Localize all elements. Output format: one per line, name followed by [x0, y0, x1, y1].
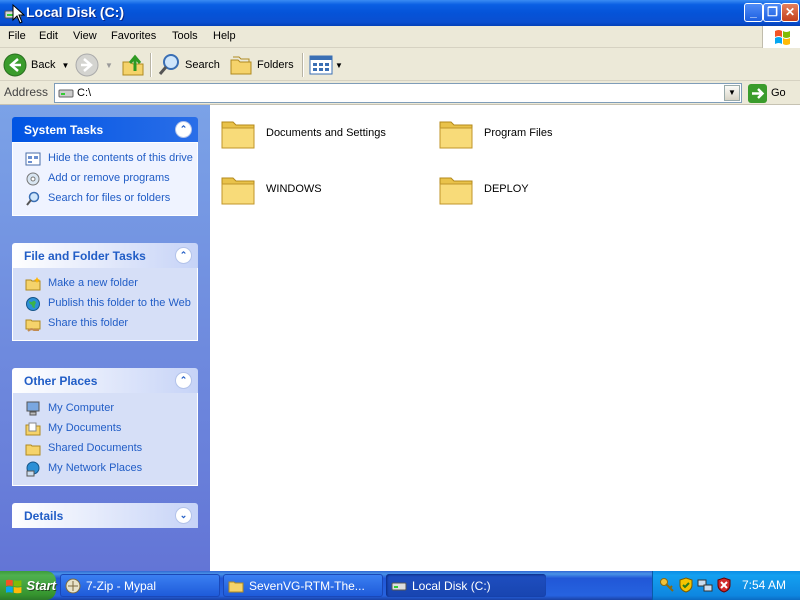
- file-folder-tasks-header[interactable]: File and Folder Tasks ⌃: [12, 243, 198, 268]
- go-button[interactable]: Go: [748, 83, 786, 103]
- clock[interactable]: 7:54 AM: [742, 578, 786, 592]
- up-folder-icon: [122, 54, 144, 76]
- back-arrow-icon: [3, 53, 27, 77]
- toolbar: Back ▼ ▼ Search Folders ▼: [0, 48, 800, 81]
- forward-dropdown-icon[interactable]: ▼: [105, 61, 113, 70]
- windows-logo-icon: [762, 26, 800, 48]
- new-folder-icon: [25, 277, 41, 291]
- documents-icon: [25, 422, 41, 436]
- taskbar-item-local-disk[interactable]: Local Disk (C:): [386, 574, 546, 597]
- mouse-cursor-icon: [12, 4, 26, 24]
- other-places-panel: Other Places ⌃ My Computer My Documents: [12, 368, 198, 486]
- collapse-chevron-icon[interactable]: ⌃: [175, 372, 192, 389]
- back-button[interactable]: Back ▼: [3, 52, 69, 78]
- folder-icon: [221, 177, 255, 205]
- system-tasks-header[interactable]: System Tasks ⌃: [12, 117, 198, 142]
- cd-box-icon: [26, 172, 40, 186]
- network-connection-icon[interactable]: [697, 577, 713, 593]
- my-network-places-link[interactable]: My Network Places: [13, 459, 197, 479]
- security-shield-icon[interactable]: [678, 577, 694, 593]
- taskbar-item-sevenvg[interactable]: SevenVG-RTM-The...: [223, 574, 383, 597]
- file-folder-tasks-panel: File and Folder Tasks ⌃ Make a new folde…: [12, 243, 198, 341]
- share-folder-link[interactable]: Share this folder: [13, 314, 197, 334]
- collapse-chevron-icon[interactable]: ⌃: [175, 247, 192, 264]
- up-folder-button[interactable]: [121, 52, 145, 78]
- drive-icon: [58, 89, 74, 98]
- forward-button[interactable]: ▼: [75, 52, 113, 78]
- close-button[interactable]: ✕: [781, 3, 799, 22]
- search-button[interactable]: Search: [157, 52, 220, 78]
- minimize-button[interactable]: _: [744, 3, 763, 22]
- back-dropdown-icon[interactable]: ▼: [61, 61, 69, 70]
- computer-icon: [26, 401, 40, 416]
- folder-item[interactable]: Documents and Settings: [219, 115, 419, 155]
- views-dropdown-icon[interactable]: ▼: [335, 61, 343, 70]
- folder-item[interactable]: WINDOWS: [219, 171, 419, 211]
- security-alert-icon[interactable]: [716, 577, 732, 593]
- menu-file[interactable]: File: [8, 30, 26, 42]
- my-documents-link[interactable]: My Documents: [13, 419, 197, 439]
- file-list-view[interactable]: Documents and Settings Program Files WIN…: [210, 105, 800, 571]
- folders-button[interactable]: Folders: [229, 52, 294, 78]
- taskbar-item-7zip[interactable]: 7-Zip - Mypal: [60, 574, 220, 597]
- address-label: Address: [4, 85, 49, 99]
- folders-icon: [230, 56, 252, 75]
- address-input[interactable]: C:\ ▼: [54, 83, 742, 103]
- hide-contents-icon: [25, 152, 41, 166]
- search-icon: [26, 191, 40, 206]
- shared-documents-link[interactable]: Shared Documents: [13, 439, 197, 459]
- shared-folder-icon: [25, 319, 41, 332]
- system-tray: 7:54 AM: [652, 571, 800, 600]
- my-computer-link[interactable]: My Computer: [13, 399, 197, 419]
- title-bar[interactable]: Local Disk (C:) _ ❐ ✕: [0, 0, 800, 26]
- forward-arrow-icon: [75, 53, 99, 77]
- task-pane: System Tasks ⌃ Hide the contents of this…: [0, 105, 210, 571]
- publish-folder-link[interactable]: Publish this folder to the Web: [13, 294, 197, 314]
- shared-documents-icon: [25, 444, 41, 456]
- views-button[interactable]: ▼: [309, 52, 343, 78]
- tray-key-icon[interactable]: [659, 577, 675, 593]
- details-panel: Details ⌄: [12, 503, 198, 528]
- folder-icon: [439, 177, 473, 205]
- folder-icon: [228, 581, 244, 592]
- window-title: Local Disk (C:): [26, 4, 125, 20]
- collapse-chevron-icon[interactable]: ⌃: [175, 121, 192, 138]
- menu-tools[interactable]: Tools: [172, 30, 198, 42]
- details-header[interactable]: Details ⌄: [12, 503, 198, 528]
- windows-flag-icon: [5, 579, 22, 593]
- drive-icon: [391, 582, 407, 590]
- address-dropdown-icon[interactable]: ▼: [724, 85, 740, 101]
- menu-bar: File Edit View Favorites Tools Help: [0, 26, 800, 48]
- network-icon: [26, 461, 40, 477]
- globe-icon: [26, 297, 40, 311]
- start-button[interactable]: Start: [0, 571, 56, 600]
- views-icon: [309, 55, 333, 75]
- restore-button[interactable]: ❐: [763, 3, 782, 22]
- make-new-folder-link[interactable]: Make a new folder: [13, 274, 197, 294]
- address-bar: Address C:\ ▼ Go: [0, 81, 800, 105]
- menu-edit[interactable]: Edit: [39, 30, 58, 42]
- search-files-link[interactable]: Search for files or folders: [13, 189, 197, 209]
- search-icon: [158, 54, 179, 75]
- folder-item[interactable]: Program Files: [437, 115, 637, 155]
- expand-chevron-icon[interactable]: ⌄: [175, 507, 192, 524]
- browser-icon: [65, 578, 81, 593]
- menu-help[interactable]: Help: [213, 30, 236, 42]
- folder-item[interactable]: DEPLOY: [437, 171, 637, 211]
- folder-icon: [221, 121, 255, 149]
- system-tasks-panel: System Tasks ⌃ Hide the contents of this…: [12, 117, 198, 216]
- menu-favorites[interactable]: Favorites: [111, 30, 156, 42]
- other-places-header[interactable]: Other Places ⌃: [12, 368, 198, 393]
- menu-view[interactable]: View: [73, 30, 97, 42]
- taskbar: Start 7-Zip - Mypal SevenVG-RTM-The... L…: [0, 571, 800, 600]
- add-remove-programs-link[interactable]: Add or remove programs: [13, 169, 197, 189]
- folder-icon: [439, 121, 473, 149]
- go-arrow-icon: [748, 83, 767, 103]
- hide-drive-contents-link[interactable]: Hide the contents of this drive: [13, 149, 197, 169]
